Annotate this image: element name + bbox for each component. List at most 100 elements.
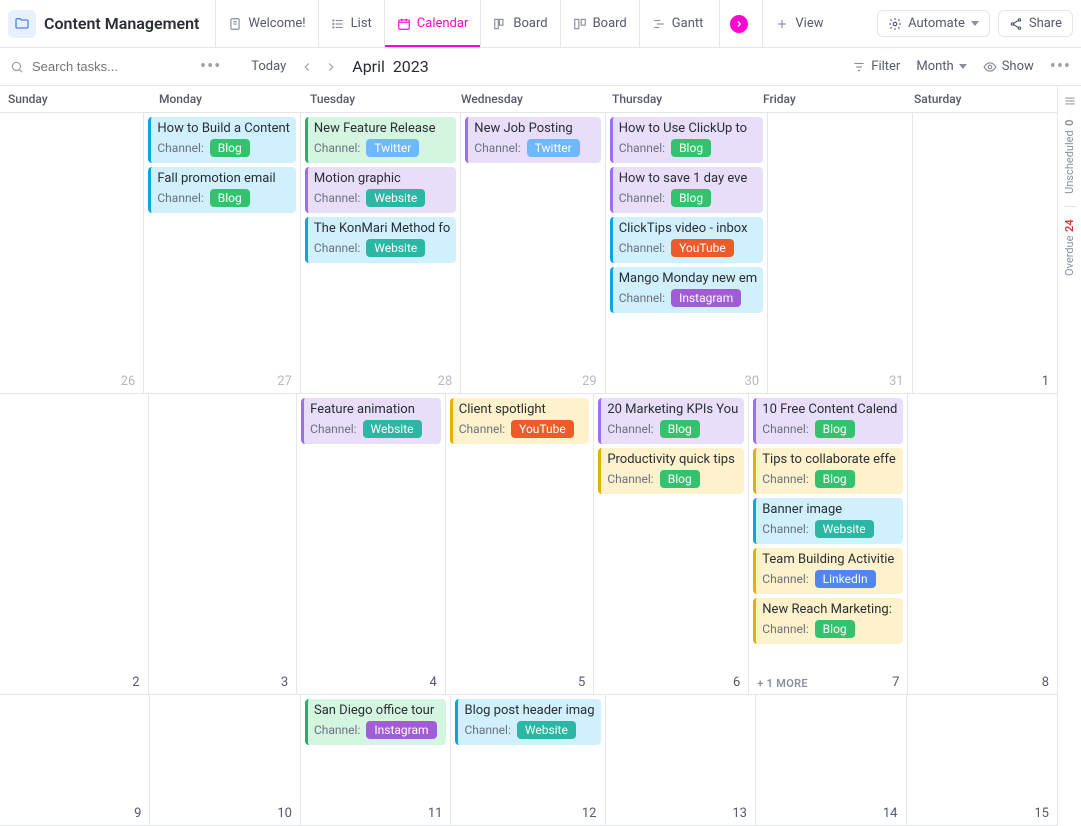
channel-label: Channel: — [762, 472, 808, 486]
channel-label: Channel: — [607, 472, 653, 486]
unscheduled-panel-toggle[interactable]: Unscheduled 0 — [1063, 120, 1076, 194]
calendar-day[interactable]: 14 — [756, 695, 907, 825]
calendar-day[interactable]: Client spotlightChannel:YouTube 5 — [446, 394, 595, 694]
calendar-event[interactable]: Feature animationChannel:Website — [301, 398, 441, 444]
channel-tag: Blog — [815, 620, 855, 638]
day-number: 5 — [578, 675, 585, 690]
filter-button[interactable]: Filter — [852, 59, 900, 74]
channel-label: Channel: — [310, 422, 356, 436]
calendar-day[interactable]: New Job PostingChannel:Twitter29 — [461, 113, 605, 393]
calendar-event[interactable]: New Reach Marketing:Channel:Blog — [753, 598, 903, 644]
channel-tag: LinkedIn — [815, 570, 876, 588]
plus-icon — [775, 17, 789, 31]
calendar-day[interactable]: 26 — [0, 113, 144, 393]
search-input-wrap[interactable] — [10, 58, 190, 75]
calendar-event[interactable]: Motion graphicChannel:Website — [305, 167, 456, 213]
search-input[interactable] — [30, 58, 160, 75]
channel-label: Channel: — [762, 622, 808, 636]
tab-board[interactable]: Board — [560, 0, 639, 47]
scale-button[interactable]: Month — [916, 59, 966, 74]
calendar-event[interactable]: Blog post header imagChannel:Website — [455, 699, 600, 745]
calendar-event[interactable]: Mango Monday new emChannel:Instagram — [610, 267, 764, 313]
day-number: 28 — [438, 374, 453, 389]
calendar-event[interactable]: 20 Marketing KPIs YouChannel:Blog — [598, 398, 744, 444]
calendar-day[interactable]: 10 Free Content CalendChannel:BlogTips t… — [749, 394, 908, 694]
calendar-event[interactable]: How to Use ClickUp toChannel:Blog — [610, 117, 764, 163]
calendar-day[interactable]: 1 — [913, 113, 1057, 393]
channel-tag: YouTube — [511, 420, 574, 438]
overdue-label: Overdue — [1063, 235, 1076, 275]
calendar-day[interactable]: 13 — [606, 695, 757, 825]
tab-label: Gantt — [672, 16, 704, 31]
channel-tag: Blog — [660, 420, 700, 438]
today-button[interactable]: Today — [251, 59, 286, 74]
channel-label: Channel: — [619, 241, 665, 255]
calendar-day[interactable]: San Diego office tourChannel:Instagram 11 — [301, 695, 452, 825]
share-button[interactable]: Share — [998, 10, 1073, 37]
calendar-event[interactable]: Fall promotion emailChannel:Blog — [148, 167, 296, 213]
calendar-event[interactable]: Banner imageChannel:Website — [753, 498, 903, 544]
overdue-count: 24 — [1063, 219, 1076, 232]
event-title: Feature animation — [310, 402, 435, 417]
calendar-day[interactable]: 2 — [0, 394, 149, 694]
tab-board[interactable]: Board — [480, 0, 559, 47]
calendar-event[interactable]: The KonMari Method foChannel:Website — [305, 217, 456, 263]
calendar-day[interactable]: Blog post header imagChannel:Website12 — [451, 695, 605, 825]
channel-label: Channel: — [762, 522, 808, 536]
day-number: 4 — [429, 675, 436, 690]
day-number: 2 — [132, 675, 139, 690]
calendar-day[interactable]: 31 — [768, 113, 912, 393]
calendar-day[interactable]: Feature animationChannel:Website4 — [297, 394, 446, 694]
day-number: 15 — [1034, 806, 1049, 821]
channel-label: Channel: — [762, 422, 808, 436]
calendar-event[interactable]: San Diego office tourChannel:Instagram — [305, 699, 447, 745]
filter-label: Filter — [871, 59, 900, 74]
calendar-event[interactable]: New Job PostingChannel:Twitter — [465, 117, 600, 163]
calendar-event[interactable]: New Feature ReleaseChannel:Twitter — [305, 117, 456, 163]
tab-welcome-[interactable]: Welcome! — [215, 0, 317, 47]
calendar-day[interactable]: 20 Marketing KPIs YouChannel:BlogProduct… — [594, 394, 749, 694]
calendar-day[interactable]: 8 — [908, 394, 1057, 694]
calendar-day[interactable]: How to Build a ContentChannel:BlogFall p… — [144, 113, 301, 393]
calendar-day[interactable]: New Feature ReleaseChannel:TwitterMotion… — [301, 113, 461, 393]
calendar-event[interactable]: How to Build a ContentChannel:Blog — [148, 117, 296, 163]
day-number: 11 — [428, 806, 443, 821]
tab-label: Board — [593, 16, 627, 31]
calendar-event[interactable]: ClickTips video - inboxChannel:YouTube — [610, 217, 764, 263]
channel-tag: Twitter — [527, 139, 580, 157]
calendar-day[interactable]: 3 — [149, 394, 298, 694]
prev-icon[interactable] — [300, 60, 314, 74]
tab-list[interactable]: List — [318, 0, 384, 47]
calendar-event[interactable]: Client spotlightChannel:YouTube — [450, 398, 590, 444]
add-view-button[interactable]: View — [762, 0, 835, 47]
calendar-event[interactable]: How to save 1 day eveChannel:Blog — [610, 167, 764, 213]
calendar-event[interactable]: 10 Free Content CalendChannel:Blog — [753, 398, 903, 444]
calendar-day[interactable]: 15 — [907, 695, 1057, 825]
next-icon[interactable] — [324, 60, 338, 74]
more-events[interactable]: + 1 MORE — [757, 677, 808, 690]
automate-button[interactable]: Automate — [877, 10, 990, 37]
hamburger-icon[interactable] — [1063, 94, 1077, 108]
tab-label: Welcome! — [248, 16, 305, 31]
calendar-event[interactable]: Tips to collaborate effeChannel:Blog — [753, 448, 903, 494]
calendar-event[interactable]: Team Building ActivitieChannel:LinkedIn — [753, 548, 903, 594]
channel-tag: Twitter — [366, 139, 419, 157]
dow-header: Monday — [151, 86, 302, 112]
calendar-icon — [397, 17, 411, 31]
calendar-day[interactable]: How to Use ClickUp toChannel:BlogHow to … — [606, 113, 769, 393]
tab-hidden-views[interactable] — [719, 0, 758, 47]
list-icon — [331, 17, 345, 31]
show-button[interactable]: Show — [983, 59, 1034, 74]
dow-header: Friday — [755, 86, 906, 112]
overdue-panel-toggle[interactable]: Overdue 24 — [1063, 219, 1076, 276]
calendar-day[interactable]: 9 — [0, 695, 150, 825]
calendar-event[interactable]: Productivity quick tipsChannel:Blog — [598, 448, 744, 494]
calendar-day[interactable]: 10 — [150, 695, 301, 825]
tab-gantt[interactable]: Gantt — [639, 0, 716, 47]
tab-label: List — [351, 16, 372, 31]
folder-icon[interactable] — [8, 10, 36, 38]
tab-calendar[interactable]: Calendar — [384, 0, 481, 47]
automate-icon — [888, 17, 902, 31]
unscheduled-label: Unscheduled — [1063, 130, 1076, 194]
day-number: 7 — [892, 675, 899, 690]
